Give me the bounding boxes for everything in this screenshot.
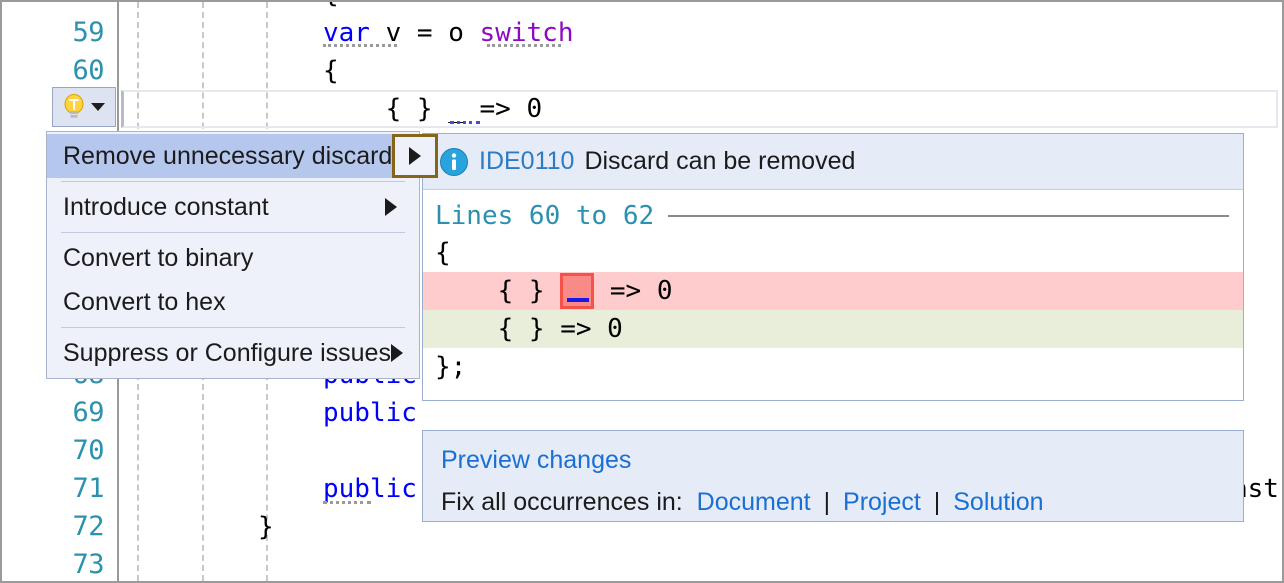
line-number: 70 [72,435,104,466]
ide-screenshot-root: 59 60 61 62 63 64 65 66 67 68 69 70 71 7… [0,0,1284,583]
quick-actions-lightbulb-button[interactable] [52,87,116,127]
fix-all-document-link[interactable]: Document [697,488,811,516]
lines-range-rule [668,215,1229,217]
menu-item-convert-to-hex[interactable]: Convert to hex [47,280,419,324]
lines-range-label: Lines 60 to 62 [435,201,655,231]
code-token: } [258,512,274,542]
fix-all-label: Fix all occurrences in: [441,488,683,516]
fix-all-solution-link[interactable]: Solution [953,488,1043,516]
code-line-58: { [323,2,339,13]
suggestion-underline [487,40,561,47]
preview-footer: Preview changes Fix all occurrences in: … [422,430,1244,522]
line-number: 69 [72,397,104,428]
info-icon [440,147,468,176]
chevron-right-icon [385,198,397,216]
menu-item-remove-unnecessary-discard[interactable]: Remove unnecessary discard [47,134,439,178]
line-number: 73 [72,549,104,580]
link-separator: | [933,488,941,516]
fix-all-row: Fix all occurrences in: Document | Proje… [441,481,1243,523]
discard-underline [567,298,589,302]
menu-item-label: Introduce constant [63,192,269,221]
line-number: 71 [72,473,104,504]
menu-item-label: Remove unnecessary discard [63,141,393,170]
diagnostic-id: IDE0110 [479,147,575,175]
chevron-down-icon [91,103,105,111]
code-line-60: { [323,52,339,90]
quick-actions-preview-panel: IDE0110 Discard can be removed Lines 60 … [422,133,1244,401]
menu-item-suppress-or-configure-issues[interactable]: Suppress or Configure issues [47,331,419,375]
menu-separator [61,232,405,233]
menu-item-introduce-constant[interactable]: Introduce constant [47,185,419,229]
fix-all-project-link[interactable]: Project [843,488,921,516]
lightbulb-icon [64,94,84,118]
menu-item-convert-to-binary[interactable]: Convert to binary [47,236,419,280]
diff-line-added: { } => 0 [423,310,1243,348]
diff-prefix: { } [435,276,561,306]
lines-range-row: Lines 60 to 62 [423,198,1243,234]
line-number: 59 [72,17,104,48]
preview-changes-link[interactable]: Preview changes [441,446,631,474]
menu-item-label: Convert to binary [63,243,254,272]
line-number: 60 [72,55,104,86]
suggestion-underline [323,40,397,47]
suggestion-underline [323,497,371,504]
diff-suffix: => 0 [594,276,673,306]
code-token: { [323,2,339,9]
line-number: 72 [72,511,104,542]
menu-item-label: Suppress or Configure issues [63,338,391,367]
preview-changes-row: Preview changes [441,439,1243,481]
chevron-right-icon [409,147,422,165]
diff-preview-body: Lines 60 to 62 { { } => 0 { } => 0 }; [423,190,1243,400]
code-token: { [323,56,339,86]
diagnostic-header: IDE0110 Discard can be removed [423,134,1243,190]
menu-item-label: Convert to hex [63,287,226,316]
link-separator: | [823,488,831,516]
chevron-right-icon [390,344,403,362]
code-token-keyword: public [323,398,417,428]
code-line-69: public [323,394,417,432]
submenu-expander[interactable] [392,134,439,178]
diff-line-context: }; [435,352,467,382]
quick-actions-context-menu[interactable]: Remove unnecessary discard Introduce con… [46,131,439,379]
menu-separator [61,181,405,182]
diff-line-context: { [435,238,451,268]
diagnostic-message: Discard can be removed [584,147,856,175]
code-line-72: } [258,508,274,546]
diff-line-removed: { } => 0 [423,272,1243,310]
discard-token-highlight [560,273,594,309]
current-line-indicator [121,90,1278,128]
menu-separator [61,327,405,328]
